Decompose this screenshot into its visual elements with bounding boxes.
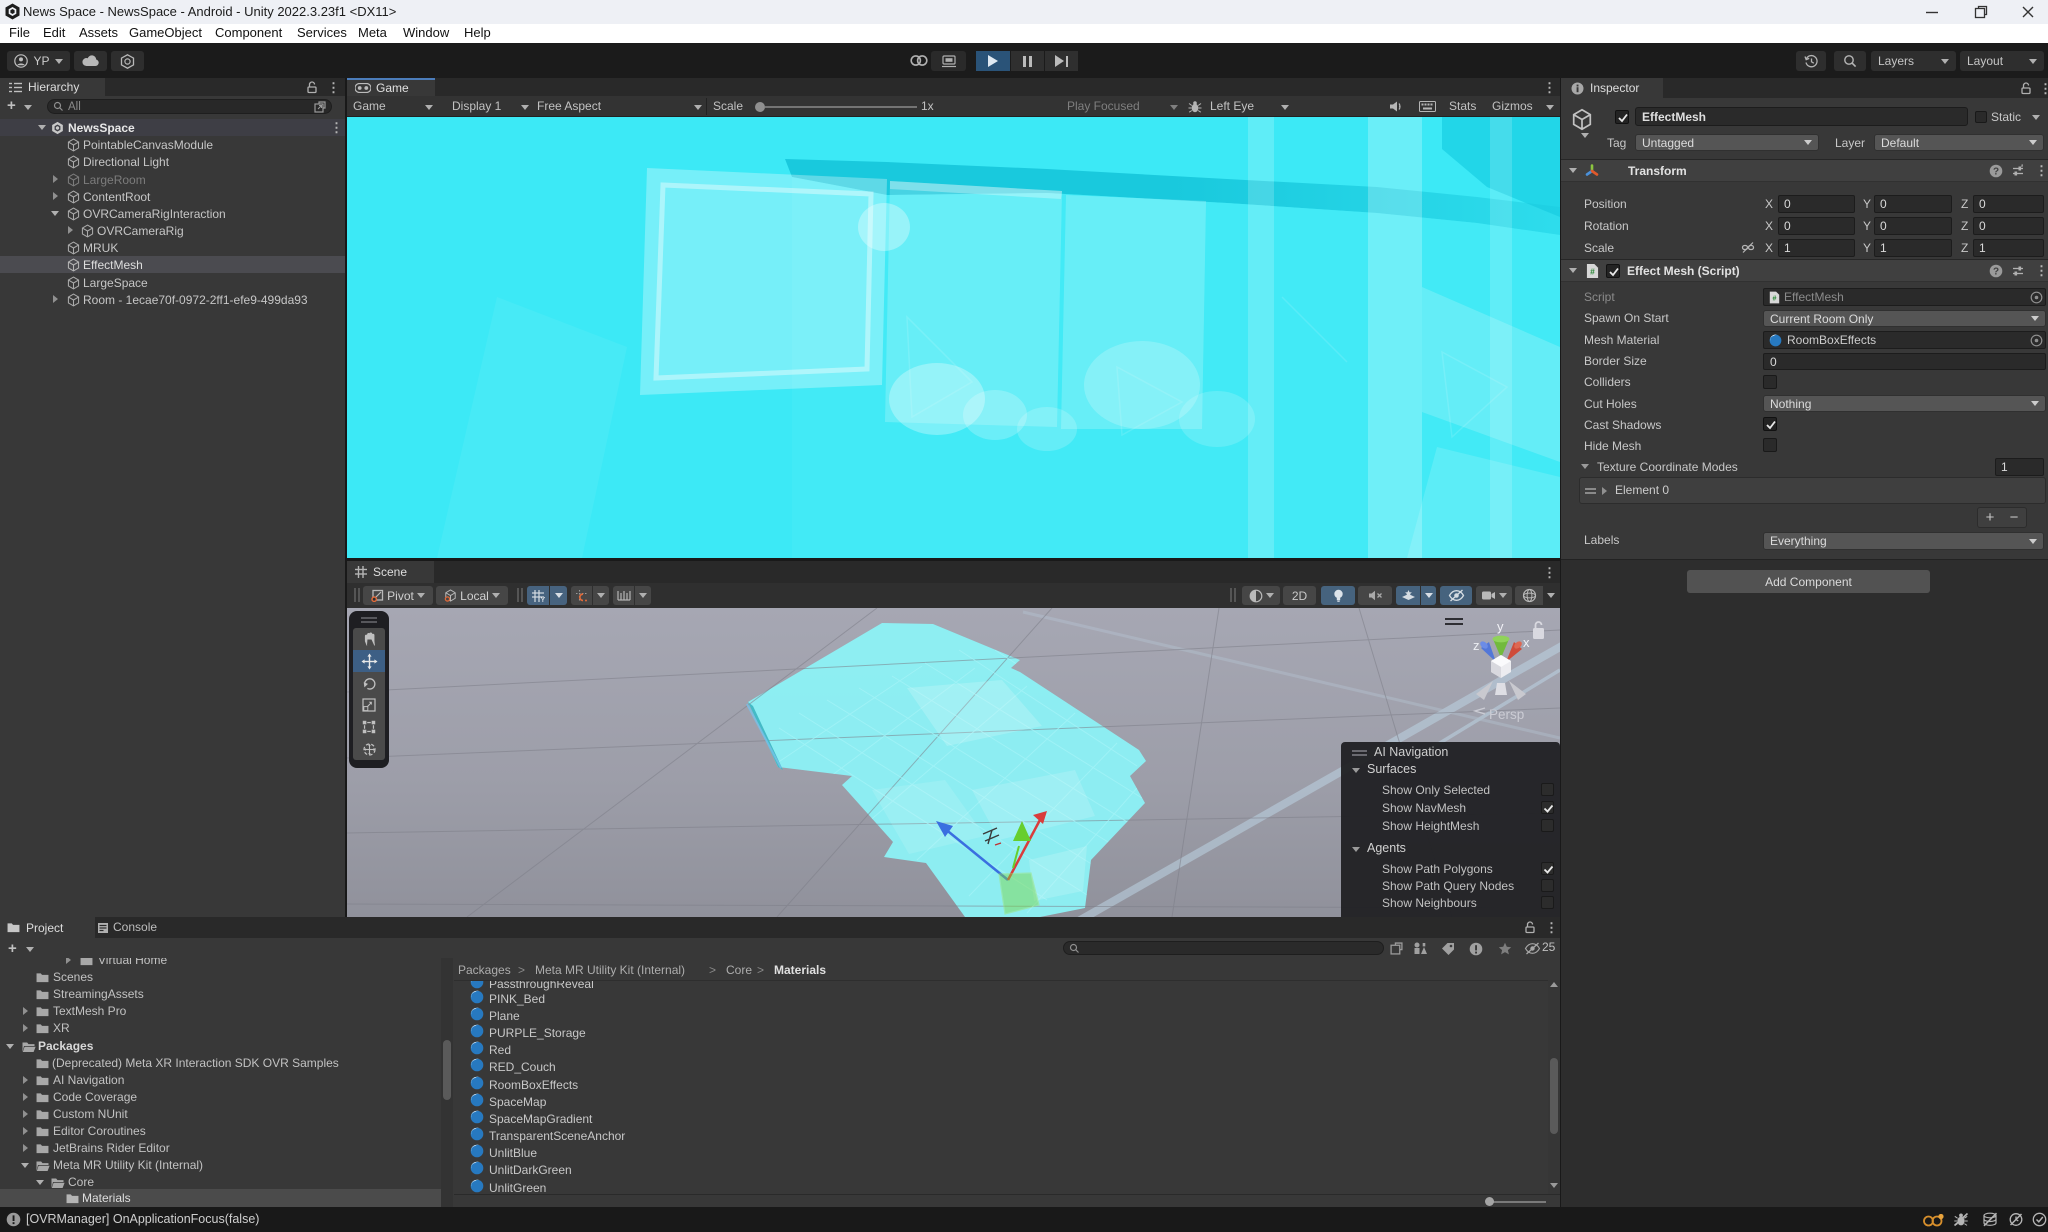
svg-text:Persp: Persp xyxy=(1489,707,1524,722)
svg-text:x: x xyxy=(1523,635,1530,650)
svg-text:?: ? xyxy=(1993,267,1999,278)
svg-text:y: y xyxy=(1497,619,1504,634)
svg-text:z: z xyxy=(1473,638,1480,653)
svg-text:Y: Y xyxy=(541,597,546,603)
svg-text:?: ? xyxy=(1993,167,1999,178)
